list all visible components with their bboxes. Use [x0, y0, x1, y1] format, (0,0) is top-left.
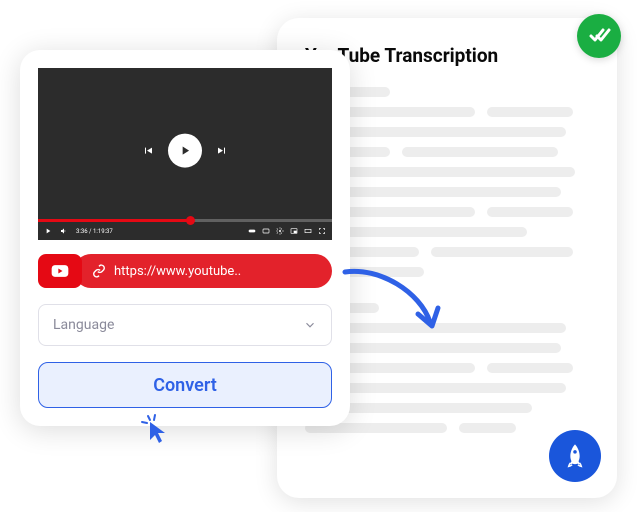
previous-icon[interactable] [142, 145, 154, 157]
url-row: https://www.youtube.. [38, 254, 332, 288]
converter-card: 3:36 / 1:19:37 https://www.youtube.. Lan… [20, 50, 350, 426]
success-badge [577, 14, 621, 58]
miniplayer-icon[interactable] [290, 227, 298, 235]
cc-icon[interactable] [262, 227, 270, 235]
play-button[interactable] [168, 134, 202, 168]
settings-icon[interactable] [276, 227, 284, 235]
link-icon [92, 264, 106, 278]
video-control-bar: 3:36 / 1:19:37 [38, 222, 332, 240]
cursor-icon [138, 410, 174, 446]
convert-button[interactable]: Convert [38, 362, 332, 408]
theater-icon[interactable] [304, 227, 312, 235]
chevron-down-icon [303, 318, 317, 332]
youtube-icon [47, 261, 73, 281]
language-select[interactable]: Language [38, 304, 332, 346]
video-center-controls [142, 134, 228, 168]
convert-label: Convert [153, 375, 217, 396]
check-icon [587, 24, 611, 48]
rocket-badge [549, 430, 601, 482]
next-icon[interactable] [216, 145, 228, 157]
video-timestamp: 3:36 / 1:19:37 [76, 228, 113, 235]
language-placeholder: Language [53, 317, 114, 333]
play-small-icon[interactable] [44, 227, 52, 235]
url-value: https://www.youtube.. [114, 264, 241, 279]
youtube-badge [38, 254, 82, 288]
url-input[interactable]: https://www.youtube.. [74, 254, 332, 288]
video-player[interactable]: 3:36 / 1:19:37 [38, 68, 332, 240]
autoplay-icon[interactable] [248, 227, 256, 235]
volume-icon[interactable] [60, 227, 68, 235]
play-icon [178, 144, 192, 158]
rocket-icon [561, 442, 589, 470]
fullscreen-icon[interactable] [318, 227, 326, 235]
